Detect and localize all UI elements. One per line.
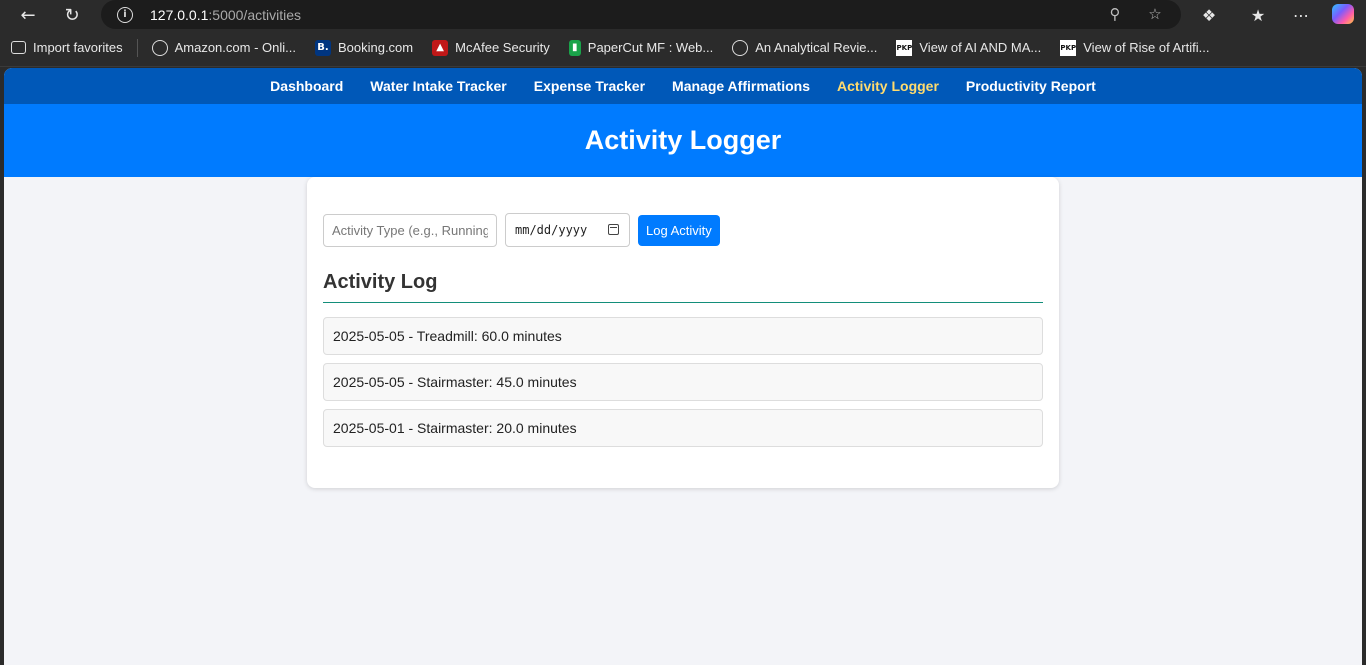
globe-icon	[151, 39, 168, 56]
bookmark-mcafee[interactable]: ▲ McAfee Security	[432, 39, 550, 56]
reload-icon[interactable]: ↻	[60, 3, 84, 27]
site-info-icon[interactable]: i	[117, 6, 133, 23]
log-entry: 2025-05-05 - Stairmaster: 45.0 minutes	[323, 363, 1043, 401]
log-entry: 2025-05-01 - Stairmaster: 20.0 minutes	[323, 409, 1043, 447]
url-text: 127.0.0.1:5000/activities	[150, 6, 301, 23]
log-entry: 2025-05-05 - Treadmill: 60.0 minutes	[323, 317, 1043, 355]
page-header: Activity Logger	[4, 104, 1362, 177]
date-placeholder: mm/dd/yyyy	[515, 223, 588, 237]
more-menu-icon[interactable]: ⋯	[1289, 3, 1313, 27]
zoom-icon[interactable]: ⚲	[1105, 4, 1125, 24]
bookmarks-bar: Import favorites Amazon.com - Onli... B.…	[0, 29, 1366, 67]
bookmark-booking[interactable]: B. Booking.com	[314, 39, 413, 56]
date-input[interactable]: mm/dd/yyyy	[505, 213, 630, 247]
back-arrow-icon[interactable]: ←	[16, 3, 40, 27]
pkp-icon: PKP	[896, 39, 913, 56]
address-bar[interactable]: i 127.0.0.1:5000/activities ⚲ ☆	[101, 0, 1181, 29]
favorite-star-icon[interactable]: ☆	[1145, 4, 1165, 24]
bookmark-papercut[interactable]: ▮ PaperCut MF : Web...	[568, 39, 713, 56]
page-viewport: Dashboard Water Intake Tracker Expense T…	[4, 68, 1362, 665]
heading-divider	[323, 302, 1043, 303]
bookmarks-divider	[136, 38, 138, 57]
nav-productivity-report[interactable]: Productivity Report	[952, 78, 1109, 94]
copilot-icon[interactable]	[1332, 4, 1354, 24]
nav-water-intake-tracker[interactable]: Water Intake Tracker	[357, 78, 520, 94]
activity-form: mm/dd/yyyy Log Activity	[323, 213, 720, 247]
papercut-icon: ▮	[568, 39, 581, 56]
calendar-icon[interactable]	[608, 224, 619, 235]
import-icon	[11, 41, 26, 54]
bookmark-amazon[interactable]: Amazon.com - Onli...	[151, 39, 296, 56]
booking-icon: B.	[314, 39, 331, 56]
bookmark-import-favorites[interactable]: Import favorites	[11, 40, 123, 55]
globe-icon	[732, 39, 749, 56]
app-nav: Dashboard Water Intake Tracker Expense T…	[4, 68, 1362, 104]
activity-card: mm/dd/yyyy Log Activity Activity Log 202…	[307, 177, 1059, 488]
activity-log-heading: Activity Log	[323, 271, 438, 293]
mcafee-icon: ▲	[432, 39, 449, 56]
nav-dashboard[interactable]: Dashboard	[257, 78, 357, 94]
page-title: Activity Logger	[584, 125, 782, 155]
bookmark-analytical-review[interactable]: An Analytical Revie...	[732, 39, 877, 56]
pkp-icon: PKP	[1060, 39, 1077, 56]
favorites-icon[interactable]: ★	[1246, 3, 1270, 27]
nav-expense-tracker[interactable]: Expense Tracker	[520, 78, 658, 94]
nav-activity-logger[interactable]: Activity Logger	[824, 78, 953, 94]
nav-manage-affirmations[interactable]: Manage Affirmations	[659, 78, 824, 94]
log-activity-button[interactable]: Log Activity	[638, 214, 720, 246]
activity-type-input[interactable]	[323, 213, 497, 247]
extensions-icon[interactable]: ❖	[1197, 3, 1221, 27]
browser-toolbar: ← ↻ i 127.0.0.1:5000/activities ⚲ ☆ ❖ ★ …	[0, 0, 1366, 29]
bookmark-ai-and-ma[interactable]: PKP View of AI AND MA...	[896, 39, 1041, 56]
activity-log-list: 2025-05-05 - Treadmill: 60.0 minutes 202…	[323, 317, 1043, 455]
bookmark-rise-of-ai[interactable]: PKP View of Rise of Artifi...	[1060, 39, 1209, 56]
